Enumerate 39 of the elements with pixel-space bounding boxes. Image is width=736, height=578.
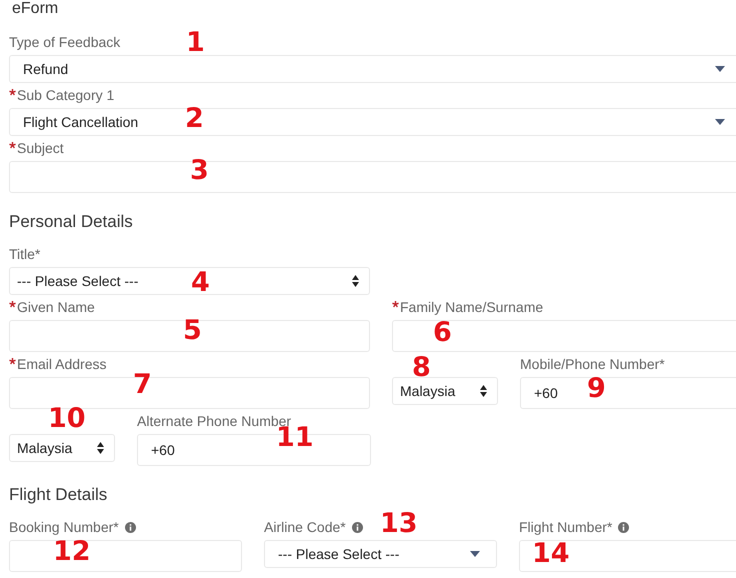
field-label: Flight Number*	[519, 518, 612, 536]
field-label: Airline Code*	[264, 518, 346, 536]
info-icon[interactable]	[618, 522, 630, 532]
annotation-number: 12	[53, 539, 91, 565]
info-icon[interactable]	[124, 522, 136, 532]
select-field[interactable]: Malaysia	[392, 377, 498, 405]
caret-icon	[715, 119, 725, 125]
field-label: Mobile/Phone Number*	[520, 355, 665, 373]
annotation-number: 6	[433, 320, 452, 346]
annotation-number: 2	[185, 106, 204, 132]
annotation-number: 7	[133, 372, 152, 398]
field-label: Type of Feedback	[9, 33, 120, 51]
annotation-number: 1	[186, 30, 205, 56]
annotation-number: 13	[380, 511, 418, 537]
select-field[interactable]: Malaysia	[9, 434, 115, 462]
caret-icon	[470, 551, 480, 557]
field-label: Title*	[9, 245, 40, 263]
field-label: Subject	[17, 139, 64, 157]
annotation-number: 14	[532, 541, 570, 567]
updown-icon	[480, 385, 487, 397]
section-heading: Personal Details	[9, 212, 133, 232]
field-label: Sub Category 1	[17, 86, 114, 104]
field-label: Email Address	[17, 355, 106, 373]
updown-icon	[97, 442, 104, 454]
dropdown-field[interactable]: Refund	[9, 55, 736, 83]
annotation-number: 3	[190, 158, 209, 184]
field-label: Given Name	[17, 298, 95, 316]
annotation-number: 5	[183, 318, 202, 344]
caret-icon	[715, 66, 725, 72]
annotation-number: 9	[587, 376, 606, 402]
annotation-number: 10	[48, 406, 86, 432]
updown-icon	[352, 275, 359, 287]
field-label: Booking Number*	[9, 518, 119, 536]
annotation-number: 4	[191, 270, 210, 296]
info-icon[interactable]	[352, 522, 363, 532]
section-heading: Flight Details	[9, 485, 108, 505]
dropdown-field[interactable]: --- Please Select ---	[264, 540, 497, 568]
form-title: eForm	[12, 0, 58, 18]
field-label: Family Name/Surname	[400, 298, 544, 316]
